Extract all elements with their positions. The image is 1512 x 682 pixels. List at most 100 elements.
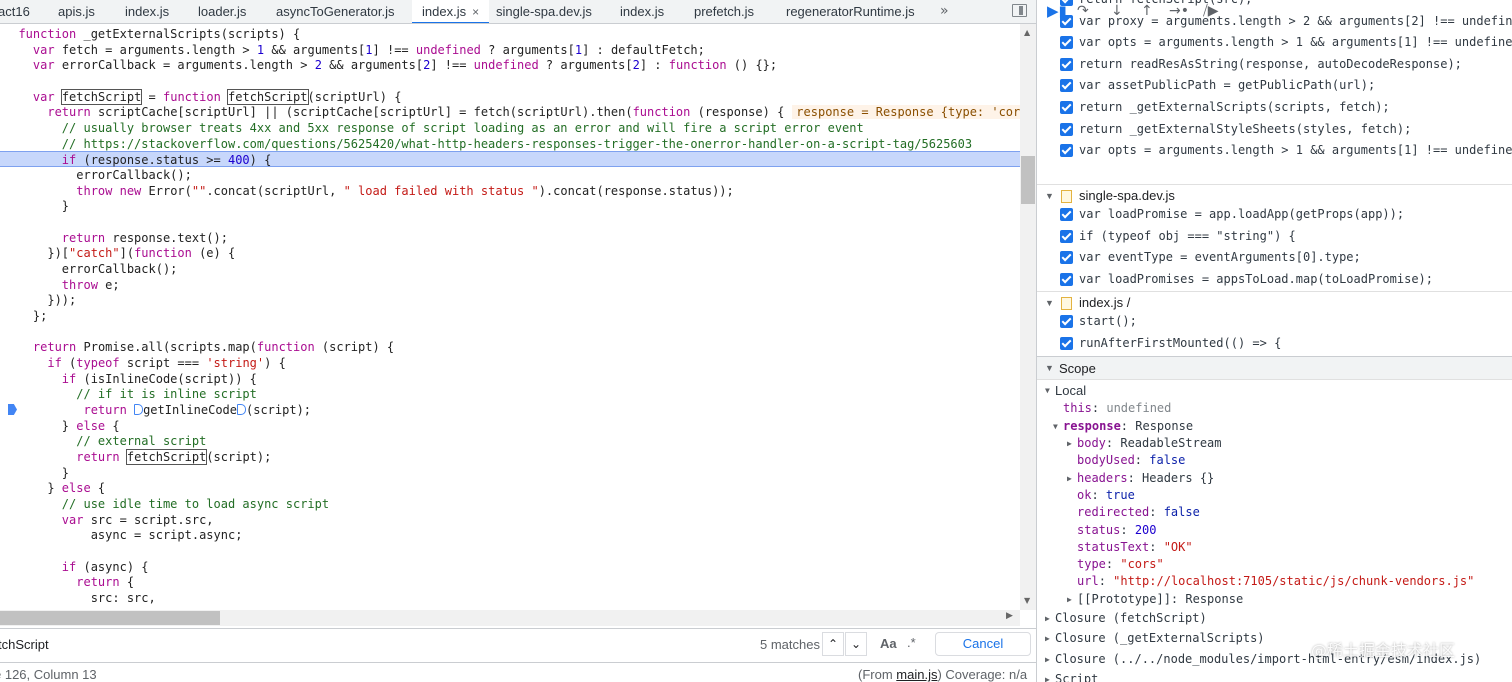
breakpoint-item[interactable]: start(); [1037, 311, 1512, 332]
editor-horizontal-scroll-thumb[interactable] [0, 611, 220, 625]
breakpoint-item[interactable]: return fetchScript(src); [1037, 0, 1512, 10]
breakpoint-checkbox[interactable] [1060, 144, 1073, 158]
breakpoint-checkbox[interactable] [1060, 336, 1073, 350]
breakpoint-checkbox[interactable] [1060, 79, 1073, 93]
expand-triangle-icon[interactable]: ▶ [1045, 630, 1050, 647]
source-origin: (From main.js) Coverage: n/a [858, 667, 1028, 682]
code-line: // use idle time to load async script [61, 497, 330, 511]
breakpoint-file-group[interactable]: ▼ single-spa.dev.js [1037, 184, 1512, 206]
scope-prop[interactable]: redirected: false [1037, 504, 1512, 521]
close-icon[interactable]: × [472, 5, 479, 19]
scope-closure[interactable]: ▶ Closure (fetchScript) [1037, 610, 1512, 627]
breakpoint-checkbox[interactable] [1060, 272, 1073, 286]
code-editor[interactable]: function _getExternalScripts(scripts) { … [0, 24, 1036, 626]
breakpoint-item[interactable]: var eventType = eventArguments[0].type; [1037, 247, 1512, 268]
breakpoint-item[interactable]: return _getExternalStyleSheets(styles, f… [1037, 119, 1512, 140]
expand-triangle-icon[interactable]: ▶ [1045, 610, 1050, 627]
scope-var-this[interactable]: this: undefined [1037, 400, 1512, 417]
breakpoint-code: var proxy = arguments.length > 2 && argu… [1079, 13, 1512, 28]
breakpoint-item[interactable]: var loadPromise = app.loadApp(getProps(a… [1037, 204, 1512, 225]
breakpoint-item[interactable]: var opts = arguments.length > 1 && argum… [1037, 32, 1512, 53]
breakpoint-item[interactable]: if (typeof obj === "string") { [1037, 226, 1512, 247]
expand-triangle-icon[interactable]: ▶ [1045, 671, 1050, 682]
scroll-right-arrow-icon[interactable]: ▶ [1006, 611, 1013, 621]
tab-index-js-1[interactable]: index.js [125, 0, 169, 23]
breakpoint-checkbox[interactable] [1060, 251, 1073, 265]
breakpoint-checkbox[interactable] [1060, 14, 1073, 28]
search-input[interactable] [0, 632, 818, 656]
collapse-triangle-icon[interactable]: ▼ [1053, 418, 1058, 435]
breakpoint-checkbox[interactable] [1060, 122, 1073, 136]
code-line: if (typeof script === 'string') { [47, 356, 286, 370]
cancel-button[interactable]: Cancel [935, 632, 1031, 656]
breakpoint-checkbox[interactable] [1060, 0, 1073, 6]
breakpoint-checkbox[interactable] [1060, 229, 1073, 243]
scope-local[interactable]: ▼ Local [1037, 382, 1512, 399]
breakpoint-code: var opts = arguments.length > 1 && argum… [1079, 143, 1512, 158]
tab-prefetch-js[interactable]: prefetch.js [694, 0, 754, 23]
breakpoint-code: var loadPromises = appsToLoad.map(toLoad… [1079, 271, 1434, 286]
expand-triangle-icon[interactable]: ▶ [1045, 651, 1050, 668]
tab-regenerator-runtime-js[interactable]: regeneratorRuntime.js [786, 0, 915, 23]
breakpoint-item[interactable]: var loadPromises = appsToLoad.map(toLoad… [1037, 269, 1512, 290]
more-tabs-icon[interactable]: » [940, 0, 949, 22]
tab-index-js-active[interactable]: index.js × [412, 0, 490, 23]
scope-prop[interactable]: type: "cors" [1037, 556, 1512, 573]
tab-label: asyncToGenerator.js [276, 4, 395, 19]
code-line: var errorCallback = arguments.length > 2… [32, 58, 778, 72]
breakpoint-item[interactable]: var opts = arguments.length > 1 && argum… [1037, 140, 1512, 161]
breakpoint-code: if (typeof obj === "string") { [1079, 228, 1296, 243]
scope-prop[interactable]: ▶ [[Prototype]]: Response [1037, 591, 1512, 608]
breakpoint-checkbox[interactable] [1060, 208, 1073, 221]
tab-label: single-spa.dev.js [496, 4, 592, 19]
tab-async-to-generator-js[interactable]: asyncToGenerator.js [276, 0, 395, 23]
scroll-up-arrow-icon[interactable]: ▲ [1024, 28, 1030, 37]
scope-prop[interactable]: url: "http://localhost:7105/static/js/ch… [1037, 573, 1512, 590]
scope-prop[interactable]: ▶ headers: Headers {} [1037, 470, 1512, 487]
tab-index-js-3[interactable]: index.js [620, 0, 664, 23]
tab-label: act16 [0, 4, 30, 19]
editor-vertical-scroll-thumb[interactable] [1021, 156, 1035, 204]
expand-triangle-icon[interactable]: ▶ [1067, 470, 1072, 487]
scroll-down-arrow-icon[interactable]: ▼ [1024, 596, 1030, 605]
tab-act16[interactable]: act16 [0, 0, 30, 23]
scope-prop[interactable]: status: 200 [1037, 522, 1512, 539]
match-case-button[interactable]: Aa [880, 636, 897, 651]
toggle-debugger-panel-icon[interactable] [1012, 4, 1027, 17]
expand-triangle-icon: ▼ [1045, 363, 1054, 373]
tab-single-spa-dev-js[interactable]: single-spa.dev.js [496, 0, 592, 23]
next-match-button[interactable]: ⌄ [845, 632, 867, 656]
breakpoint-file-group[interactable]: ▼ index.js / [1037, 291, 1512, 313]
breakpoint-item[interactable]: var proxy = arguments.length > 2 && argu… [1037, 11, 1512, 32]
scope-prop[interactable]: bodyUsed: false [1037, 452, 1512, 469]
tab-label: index.js [422, 4, 467, 19]
tab-apis-js[interactable]: apis.js [58, 0, 95, 23]
tab-loader-js[interactable]: loader.js [198, 0, 246, 23]
scope-prop[interactable]: statusText: "OK" [1037, 539, 1512, 556]
breakpoint-item[interactable]: var assetPublicPath = getPublicPath(url)… [1037, 75, 1512, 96]
scope-var-response[interactable]: ▼ response: Response [1037, 418, 1512, 435]
breakpoint-checkbox[interactable] [1060, 57, 1073, 71]
expand-triangle-icon[interactable]: ▶ [1067, 435, 1072, 452]
scope-section-header[interactable]: ▼ Scope [1037, 356, 1512, 380]
scope-prop[interactable]: ▶ body: ReadableStream [1037, 435, 1512, 452]
editor-vertical-scrollbar[interactable] [1020, 24, 1036, 610]
expand-triangle-icon[interactable]: ▶ [1067, 591, 1072, 608]
breakpoint-checkbox[interactable] [1060, 36, 1073, 50]
code-line: var src = script.src, [61, 513, 214, 527]
regex-button[interactable]: .* [907, 635, 916, 650]
code-line: // external script [76, 434, 207, 448]
scope-closure[interactable]: ▶ Script [1037, 671, 1512, 682]
breakpoint-checkbox[interactable] [1060, 315, 1073, 328]
breakpoint-code: return _getExternalScripts(scripts, fetc… [1079, 100, 1390, 114]
breakpoint-item[interactable]: return _getExternalScripts(scripts, fetc… [1037, 97, 1512, 118]
collapse-triangle-icon[interactable]: ▼ [1045, 382, 1050, 399]
source-map-link[interactable]: main.js [896, 667, 937, 682]
breakpoint-item[interactable]: runAfterFirstMounted(() => { [1037, 333, 1512, 354]
previous-match-button[interactable]: ⌃ [822, 632, 844, 656]
breakpoint-checkbox[interactable] [1060, 101, 1073, 114]
scope-prop[interactable]: ok: true [1037, 487, 1512, 504]
breakpoint-item[interactable]: return readResAsString(response, autoDec… [1037, 54, 1512, 75]
